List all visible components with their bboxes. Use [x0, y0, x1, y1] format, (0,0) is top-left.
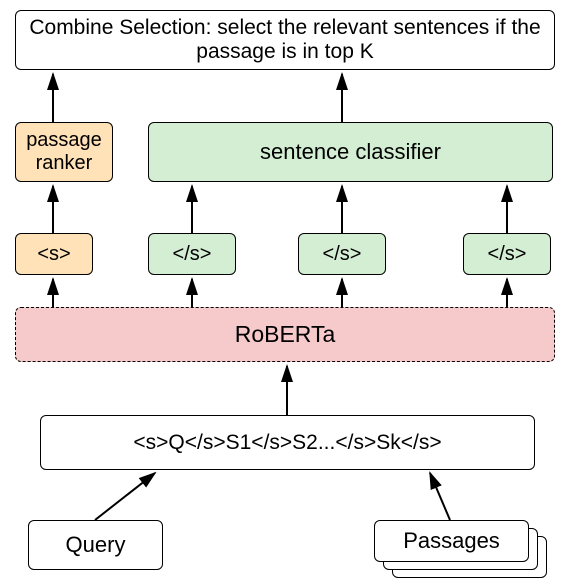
- combine-box: Combine Selection: select the relevant s…: [15, 10, 555, 70]
- passage-ranker-box: passage ranker: [15, 122, 113, 182]
- token-s-box: <s>: [15, 233, 93, 275]
- arrows-layer: [0, 0, 568, 586]
- roberta-box: RoBERTa: [15, 307, 555, 362]
- input-sequence-box: <s>Q</s>S1</s>S2...</s>Sk</s>: [40, 415, 535, 470]
- token-cs3-box: </s>: [463, 233, 551, 275]
- passages-box: Passages: [374, 520, 529, 562]
- token-cs2-box: </s>: [298, 233, 386, 275]
- sentence-classifier-box: sentence classifier: [148, 122, 553, 182]
- query-box: Query: [28, 520, 163, 570]
- token-cs1-box: </s>: [148, 233, 236, 275]
